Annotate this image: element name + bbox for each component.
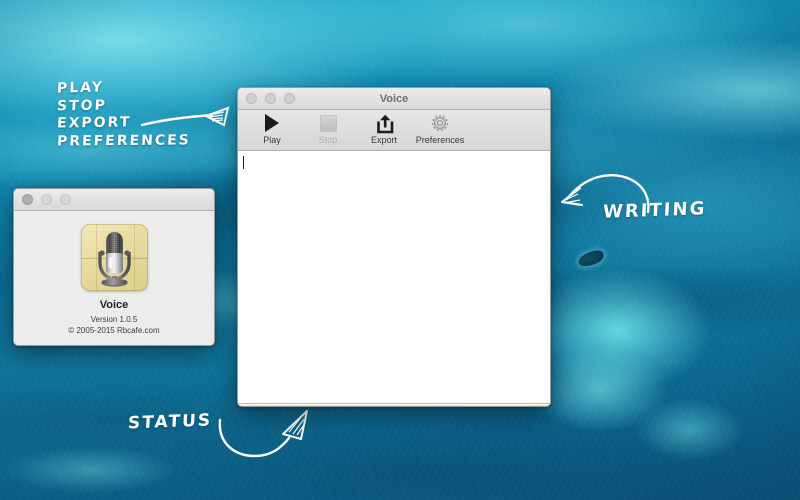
about-titlebar[interactable] (14, 189, 214, 211)
export-icon (374, 112, 395, 134)
play-button[interactable]: Play (246, 112, 298, 145)
annotation-export: EXPORT (56, 114, 132, 132)
about-traffic-lights (14, 194, 71, 205)
preferences-icon (429, 112, 451, 134)
about-copyright: © 2005-2015 Rbcafe.com (68, 326, 160, 335)
voice-statusbar: Voice : Victoria | Age : 35 | Rate : 50 … (238, 404, 550, 406)
export-button-label: Export (370, 135, 397, 145)
annotation-play: PLAY (56, 79, 105, 97)
play-icon (265, 112, 279, 134)
preferences-button-label: Preferences (415, 135, 465, 145)
about-window[interactable]: Voice Version 1.0.5 © 2005-2015 Rbcafe.c… (13, 188, 215, 346)
microphone-app-icon (80, 224, 148, 291)
stop-icon (319, 112, 337, 134)
about-close-button[interactable] (22, 194, 33, 205)
voice-zoom-button[interactable] (284, 93, 295, 104)
about-body: Voice Version 1.0.5 © 2005-2015 Rbcafe.c… (14, 211, 214, 345)
export-button[interactable]: Export (358, 112, 410, 145)
annotation-writing: WRITING (602, 198, 707, 223)
text-caret (243, 156, 244, 169)
voice-text-area[interactable] (238, 151, 550, 404)
annotation-stop: STOP (56, 97, 108, 115)
about-minimize-button[interactable] (41, 194, 52, 205)
stop-button[interactable]: Stop (302, 112, 354, 145)
voice-close-button[interactable] (246, 93, 257, 104)
desktop: PLAY STOP EXPORT PREFERENCES WRITING STA… (0, 0, 800, 500)
about-app-name: Voice (99, 299, 129, 311)
voice-window[interactable]: Voice Play Stop Export Preferences (237, 87, 551, 407)
annotation-preferences: PREFERENCES (56, 132, 192, 150)
stop-button-label: Stop (318, 135, 338, 145)
about-version: Version 1.0.5 (90, 315, 138, 324)
preferences-button[interactable]: Preferences (414, 112, 466, 145)
voice-traffic-lights (238, 93, 295, 104)
annotation-status: STATUS (127, 410, 213, 434)
voice-text-content (238, 151, 550, 159)
about-zoom-button[interactable] (60, 194, 71, 205)
voice-toolbar: Play Stop Export Preferences (238, 110, 550, 151)
voice-minimize-button[interactable] (265, 93, 276, 104)
play-button-label: Play (263, 135, 281, 145)
voice-titlebar[interactable]: Voice (238, 88, 550, 110)
